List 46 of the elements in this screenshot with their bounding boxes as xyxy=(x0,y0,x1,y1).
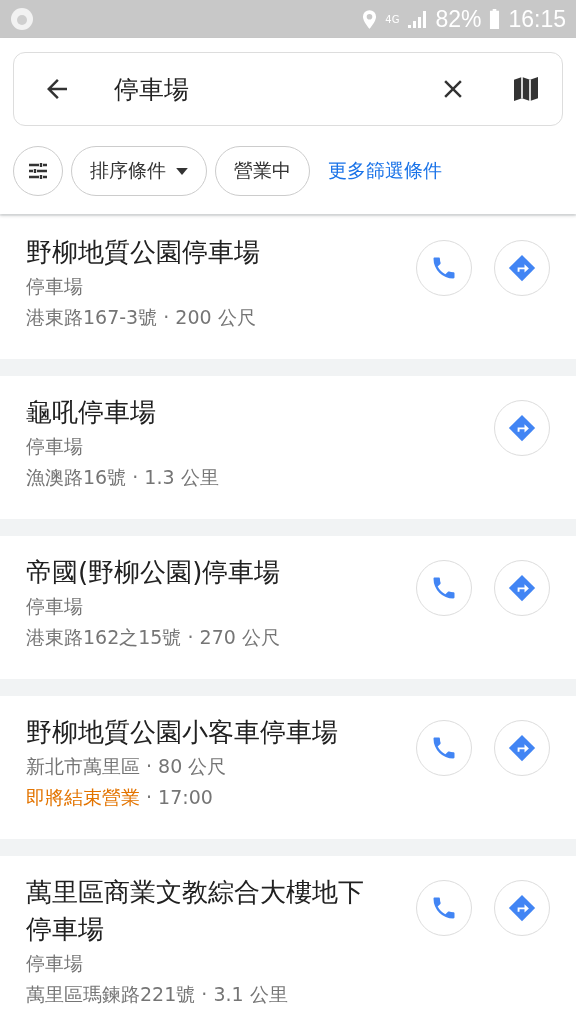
directions-icon xyxy=(507,893,537,923)
location-icon xyxy=(362,8,378,30)
result-card[interactable]: 萬里區商業文教綜合大樓地下停車場 停車場 萬里區瑪鍊路221號 · 3.1 公里 xyxy=(0,856,576,1024)
directions-button[interactable] xyxy=(494,400,550,456)
place-name: 萬里區商業文教綜合大樓地下停車場 xyxy=(26,876,365,946)
call-button[interactable] xyxy=(416,720,472,776)
place-name: 野柳地質公園停車場 xyxy=(26,236,261,269)
app-icon xyxy=(10,7,34,31)
directions-button[interactable] xyxy=(494,240,550,296)
call-button[interactable] xyxy=(416,560,472,616)
place-name: 帝國(野柳公園)停車場 xyxy=(26,556,282,589)
sort-dropdown[interactable]: 排序條件 xyxy=(71,146,207,196)
result-card[interactable]: 龜吼停車場 停車場 漁澳路16號 · 1.3 公里 xyxy=(0,376,576,519)
directions-icon xyxy=(507,253,537,283)
place-name: 野柳地質公園小客車停車場 xyxy=(26,716,339,749)
directions-icon xyxy=(507,573,537,603)
battery-icon xyxy=(489,9,501,29)
call-button[interactable] xyxy=(416,880,472,936)
directions-button[interactable] xyxy=(494,720,550,776)
place-name: 龜吼停車場 xyxy=(26,396,157,429)
search-field[interactable]: 停車場 xyxy=(13,52,563,126)
place-detail: 萬里區瑪鍊路221號 · 3.1 公里 xyxy=(26,983,288,1005)
directions-button[interactable] xyxy=(494,880,550,936)
place-detail: 停車場 xyxy=(26,435,83,457)
place-detail: 停車場 xyxy=(26,595,83,617)
place-detail: 港東路167-3號 · 200 公尺 xyxy=(26,306,256,328)
filter-chip[interactable]: 營業中 xyxy=(215,146,310,196)
place-detail: 新北市萬里區 · 80 公尺 xyxy=(26,755,227,777)
result-card[interactable]: 野柳地質公園小客車停車場 新北市萬里區 · 80 公尺 即將結束營業 · 17:00 xyxy=(0,696,576,839)
directions-icon xyxy=(507,413,537,443)
place-detail: 停車場 xyxy=(26,952,83,974)
place-detail: 漁澳路16號 · 1.3 公里 xyxy=(26,466,219,488)
more-filters-link[interactable]: 更多篩選條件 xyxy=(328,158,442,184)
closing-soon-label: 即將結束營業 xyxy=(26,786,140,808)
result-card[interactable]: 野柳地質公園停車場 停車場 港東路167-3號 · 200 公尺 xyxy=(0,216,576,359)
call-button[interactable] xyxy=(416,240,472,296)
directions-icon xyxy=(507,733,537,763)
directions-button[interactable] xyxy=(494,560,550,616)
place-detail: · 17:00 xyxy=(145,786,213,808)
caret-icon xyxy=(176,167,188,175)
result-card[interactable]: 帝國(野柳公園)停車場 停車場 港東路162之15號 · 270 公尺 xyxy=(0,536,576,679)
place-detail: 港東路162之15號 · 270 公尺 xyxy=(26,626,280,648)
search-query: 停車場 xyxy=(114,73,190,106)
place-detail: 停車場 xyxy=(26,275,83,297)
filter-settings-button[interactable] xyxy=(13,146,63,196)
signal-icon xyxy=(407,9,428,29)
